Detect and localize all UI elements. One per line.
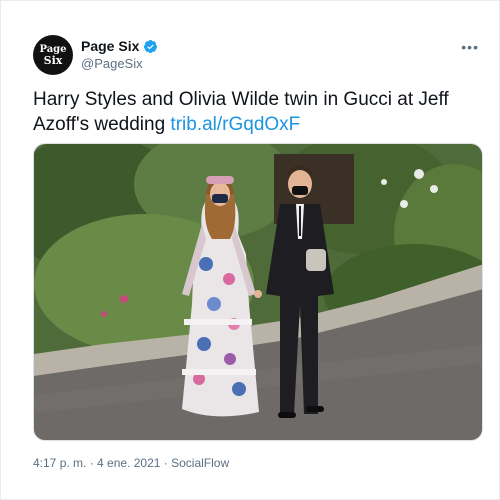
tweet-text: Harry Styles and Olivia Wilde twin in Gu… bbox=[33, 87, 473, 137]
author-handle[interactable]: @PageSix bbox=[81, 56, 143, 71]
author-name-row: Page Six bbox=[81, 38, 158, 54]
tweet-metadata: 4:17 p. m. · 4 ene. 2021 · SocialFlow bbox=[33, 456, 229, 470]
tweet-link[interactable]: trib.al/rGqdOxF bbox=[170, 114, 300, 135]
author-name[interactable]: Page Six bbox=[81, 38, 139, 54]
tweet-time[interactable]: 4:17 p. m. bbox=[33, 456, 86, 470]
avatar[interactable]: Page Six bbox=[33, 35, 73, 75]
more-options-icon[interactable]: ••• bbox=[461, 39, 479, 55]
tweet-photo[interactable] bbox=[33, 143, 483, 441]
tweet-source[interactable]: SocialFlow bbox=[171, 456, 229, 470]
meta-separator: · bbox=[160, 456, 172, 470]
tweet-card: Page Six Page Six @PageSix ••• Harry Sty… bbox=[0, 0, 500, 500]
avatar-text-line2: Six bbox=[43, 54, 63, 67]
verified-badge-icon bbox=[144, 39, 158, 53]
photo-illustration bbox=[34, 144, 482, 440]
tweet-date[interactable]: 4 ene. 2021 bbox=[97, 456, 160, 470]
meta-separator: · bbox=[86, 456, 98, 470]
